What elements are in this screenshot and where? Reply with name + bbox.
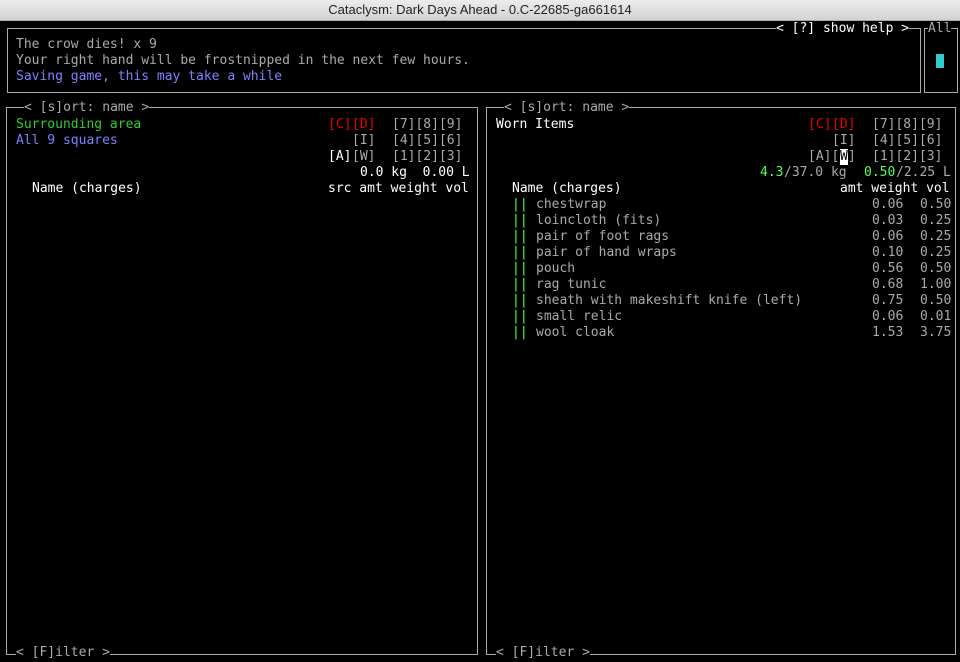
right-keys-789[interactable]: [7][8][9]	[872, 117, 942, 133]
health-bar: ||	[512, 277, 528, 292]
item-volume: 0.25	[920, 229, 952, 244]
right-volume-max: /2.25 L	[896, 165, 951, 180]
right-keys-456[interactable]: [4][5][6]	[872, 133, 942, 149]
right-weight-max: /37.0 kg	[784, 165, 847, 180]
message-line: The crow dies! x 9	[16, 37, 157, 52]
left-key-a[interactable]: [A]	[328, 149, 351, 165]
health-bar: ||	[512, 261, 528, 276]
left-key-c[interactable]: [C]	[328, 117, 351, 133]
left-keys-123[interactable]: [1][2][3]	[392, 149, 462, 165]
right-key-w[interactable]: W	[840, 149, 848, 165]
item-weight: 0.06	[872, 229, 904, 244]
item-weight: 0.06	[872, 309, 904, 324]
item-volume: 0.50	[920, 197, 952, 212]
item-name: sheath with makeshift knife (left)	[536, 293, 803, 308]
left-key-d[interactable]: [D]	[352, 117, 375, 133]
item-weight: 0.03	[872, 213, 904, 228]
scroll-thumb[interactable]	[936, 54, 944, 68]
right-weight-current: 4.3	[760, 165, 784, 180]
health-bar: ||	[512, 213, 528, 228]
item-weight: 0.75	[872, 293, 904, 308]
item-volume: 0.01	[920, 309, 952, 324]
health-bar: ||	[512, 325, 528, 340]
item-volume: 1.00	[920, 277, 952, 292]
left-keys-789[interactable]: [7][8][9]	[392, 117, 462, 133]
item-volume: 0.25	[920, 213, 952, 228]
right-key-c[interactable]: [C]	[808, 117, 831, 133]
right-key-d[interactable]: [D]	[832, 117, 855, 133]
item-weight: 0.10	[872, 245, 904, 260]
message-line: Your right hand will be frostnipped in t…	[16, 53, 470, 68]
left-weight-volume: 0.0 kg 0.00 L	[360, 165, 470, 180]
item-name: wool cloak	[536, 325, 615, 340]
left-col-name-header: Name (charges)	[32, 181, 142, 196]
right-volume-current: 0.50	[864, 165, 896, 180]
right-key-w-close: ]	[848, 149, 856, 164]
right-key-a[interactable]: [A][	[808, 149, 839, 165]
show-help-button[interactable]: < [?] show help >	[776, 21, 910, 37]
health-bar: ||	[512, 293, 528, 308]
item-volume: 0.50	[920, 293, 952, 308]
health-bar: ||	[512, 245, 528, 260]
health-bar: ||	[512, 197, 528, 212]
message-line: Saving game, this may take a while	[16, 69, 283, 84]
item-weight: 0.68	[872, 277, 904, 292]
item-name: pouch	[536, 261, 576, 276]
item-name: small relic	[536, 309, 623, 324]
right-col-name-header: Name (charges)	[512, 181, 622, 196]
left-keys-456[interactable]: [4][5][6]	[392, 133, 462, 149]
item-weight: 0.56	[872, 261, 904, 276]
right-pane-title: Worn Items	[496, 117, 575, 132]
left-pane-subtitle: All 9 squares	[16, 133, 118, 148]
right-filter-button[interactable]: < [F]ilter >	[496, 645, 590, 661]
left-pane-title: Surrounding area	[16, 117, 142, 132]
item-volume: 3.75	[920, 325, 952, 340]
left-key-w[interactable]: [W]	[352, 149, 375, 165]
all-label: All	[928, 21, 952, 37]
left-sort-button[interactable]: < [s]ort: name >	[24, 100, 150, 116]
item-weight: 0.06	[872, 197, 904, 212]
item-weight: 1.53	[872, 325, 904, 340]
item-name: pair of hand wraps	[536, 245, 677, 260]
right-sort-button[interactable]: < [s]ort: name >	[504, 100, 630, 116]
health-bar: ||	[512, 229, 528, 244]
item-name: loincloth (fits)	[536, 213, 662, 228]
right-key-i[interactable]: [I]	[832, 133, 855, 149]
right-col-right-header: amt weight vol	[840, 181, 950, 196]
item-volume: 0.50	[920, 261, 952, 276]
item-name: pair of foot rags	[536, 229, 670, 244]
health-bar: ||	[512, 309, 528, 324]
left-filter-button[interactable]: < [F]ilter >	[16, 645, 110, 661]
item-name: chestwrap	[536, 197, 607, 212]
item-volume: 0.25	[920, 245, 952, 260]
item-name: rag tunic	[536, 277, 607, 292]
window-title: Cataclysm: Dark Days Ahead - 0.C-22685-g…	[0, 0, 960, 21]
left-key-i[interactable]: [I]	[352, 133, 375, 149]
right-keys-123[interactable]: [1][2][3]	[872, 149, 942, 165]
left-col-right-header: src amt weight vol	[328, 181, 469, 196]
